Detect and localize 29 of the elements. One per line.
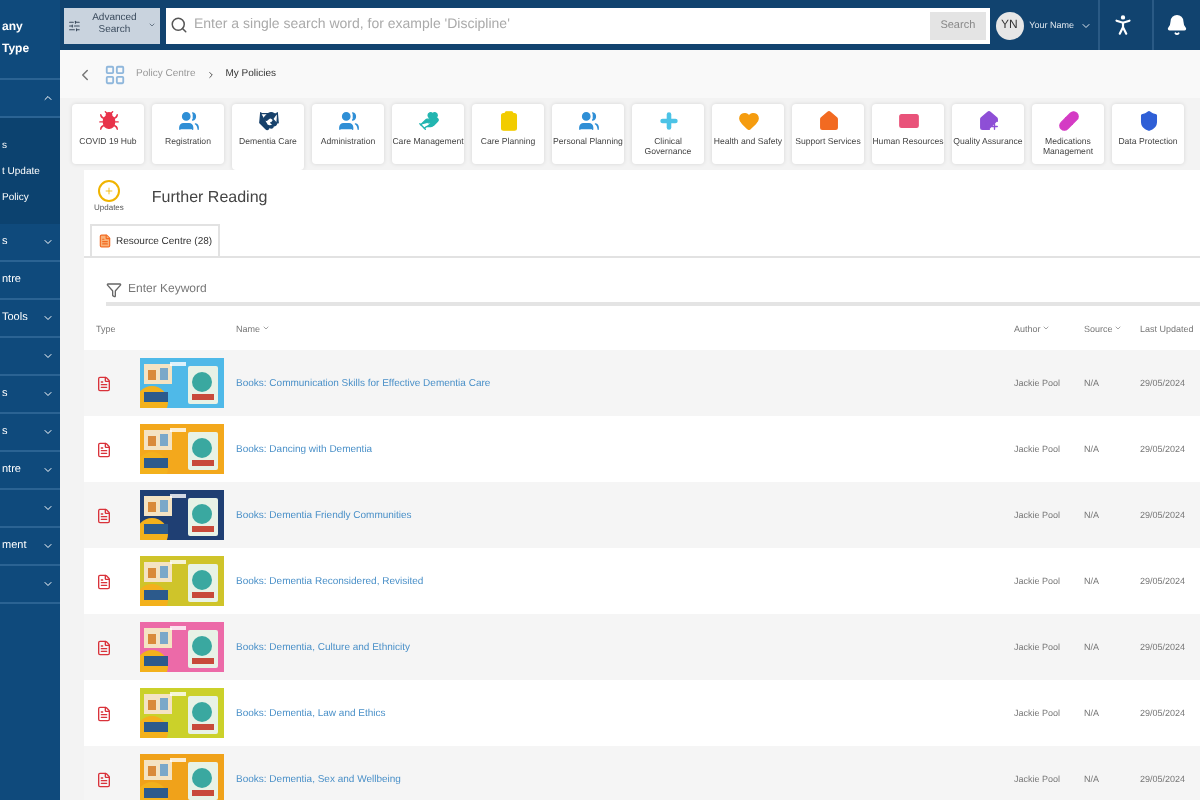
chevron-down-icon xyxy=(42,426,54,438)
pdf-file-icon xyxy=(96,507,112,523)
chevron-down-icon xyxy=(42,236,54,248)
section-title: Further Reading xyxy=(151,187,268,205)
grid-icon xyxy=(104,63,126,85)
document-icon xyxy=(98,234,112,248)
sliders-icon xyxy=(68,17,81,33)
pdf-file-icon xyxy=(96,573,112,589)
pdf-file-icon xyxy=(96,771,112,787)
filter-icon xyxy=(106,281,122,297)
chevron-down-icon xyxy=(42,388,54,400)
chevron-right-icon xyxy=(205,69,216,79)
chevron-down-icon xyxy=(42,312,54,324)
pdf-file-icon xyxy=(96,375,112,391)
plus-icon xyxy=(103,186,114,196)
pdf-file-icon xyxy=(96,441,112,457)
search-icon xyxy=(170,16,188,34)
chevron-down-icon[interactable] xyxy=(1080,19,1092,31)
chevron-down-icon xyxy=(42,578,54,590)
chevron-down-icon xyxy=(42,502,54,514)
back-icon[interactable] xyxy=(76,65,94,83)
chevron-down-icon xyxy=(42,540,54,552)
pdf-file-icon xyxy=(96,639,112,655)
chevron-down-icon xyxy=(42,350,54,362)
accessibility-icon xyxy=(1110,12,1136,38)
bell-icon xyxy=(1166,14,1188,36)
chevron-down-icon xyxy=(42,464,54,476)
chevron-up-icon xyxy=(42,92,54,104)
pdf-file-icon xyxy=(96,705,112,721)
